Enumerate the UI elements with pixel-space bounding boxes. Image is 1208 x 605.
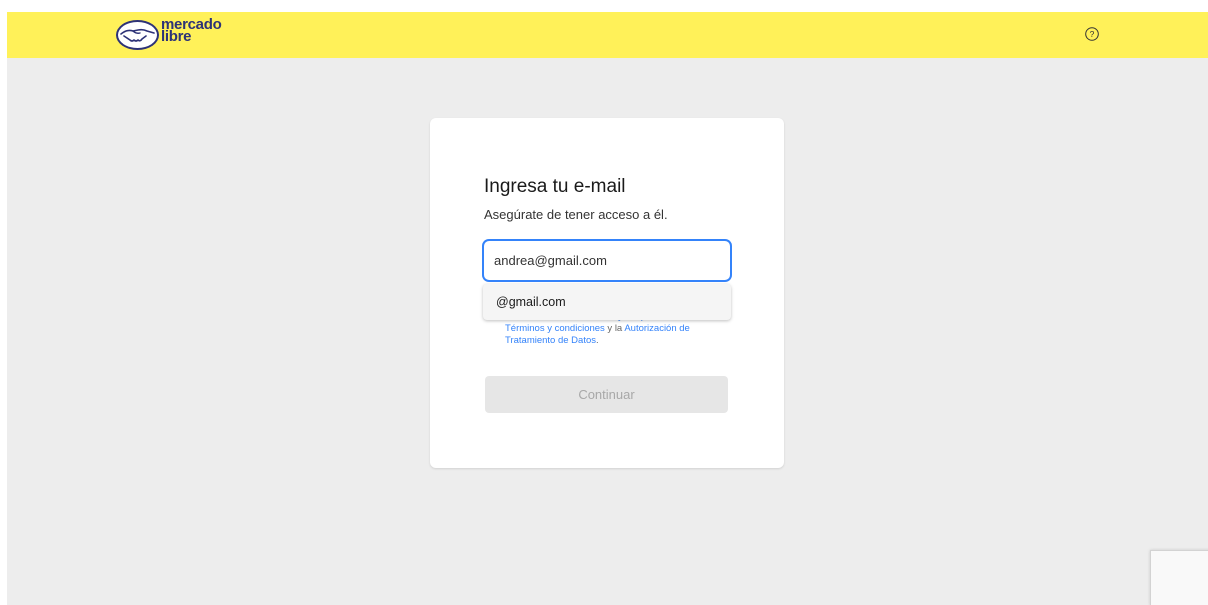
legal-end: .	[596, 335, 599, 346]
help-glyph: ?	[1090, 29, 1095, 39]
login-card: Ingresa tu e-mail Asegúrate de tener acc…	[430, 118, 784, 468]
page-title: Ingresa tu e-mail	[484, 176, 626, 197]
terms-link[interactable]: Términos y condiciones	[505, 323, 605, 334]
recaptcha-badge[interactable]	[1150, 550, 1208, 605]
question-circle-icon: ?	[1085, 27, 1099, 41]
legal-conjunction: y la	[604, 323, 625, 334]
page-viewport: mercado libre ? Ingresa tu e-mail Asegúr…	[7, 12, 1208, 605]
mercado-libre-logo[interactable]: mercado libre	[115, 17, 245, 51]
help-button[interactable]: ?	[1084, 26, 1100, 42]
handshake-logo-icon	[116, 20, 159, 50]
logo-wordmark: mercado libre	[161, 17, 222, 44]
continue-button[interactable]: Continuar	[485, 376, 728, 413]
email-suggestion-item[interactable]: @gmail.com	[483, 284, 731, 320]
top-header: mercado libre ?	[7, 12, 1208, 58]
page-subtitle: Asegúrate de tener acceso a él.	[484, 207, 668, 222]
email-field[interactable]	[483, 240, 731, 281]
